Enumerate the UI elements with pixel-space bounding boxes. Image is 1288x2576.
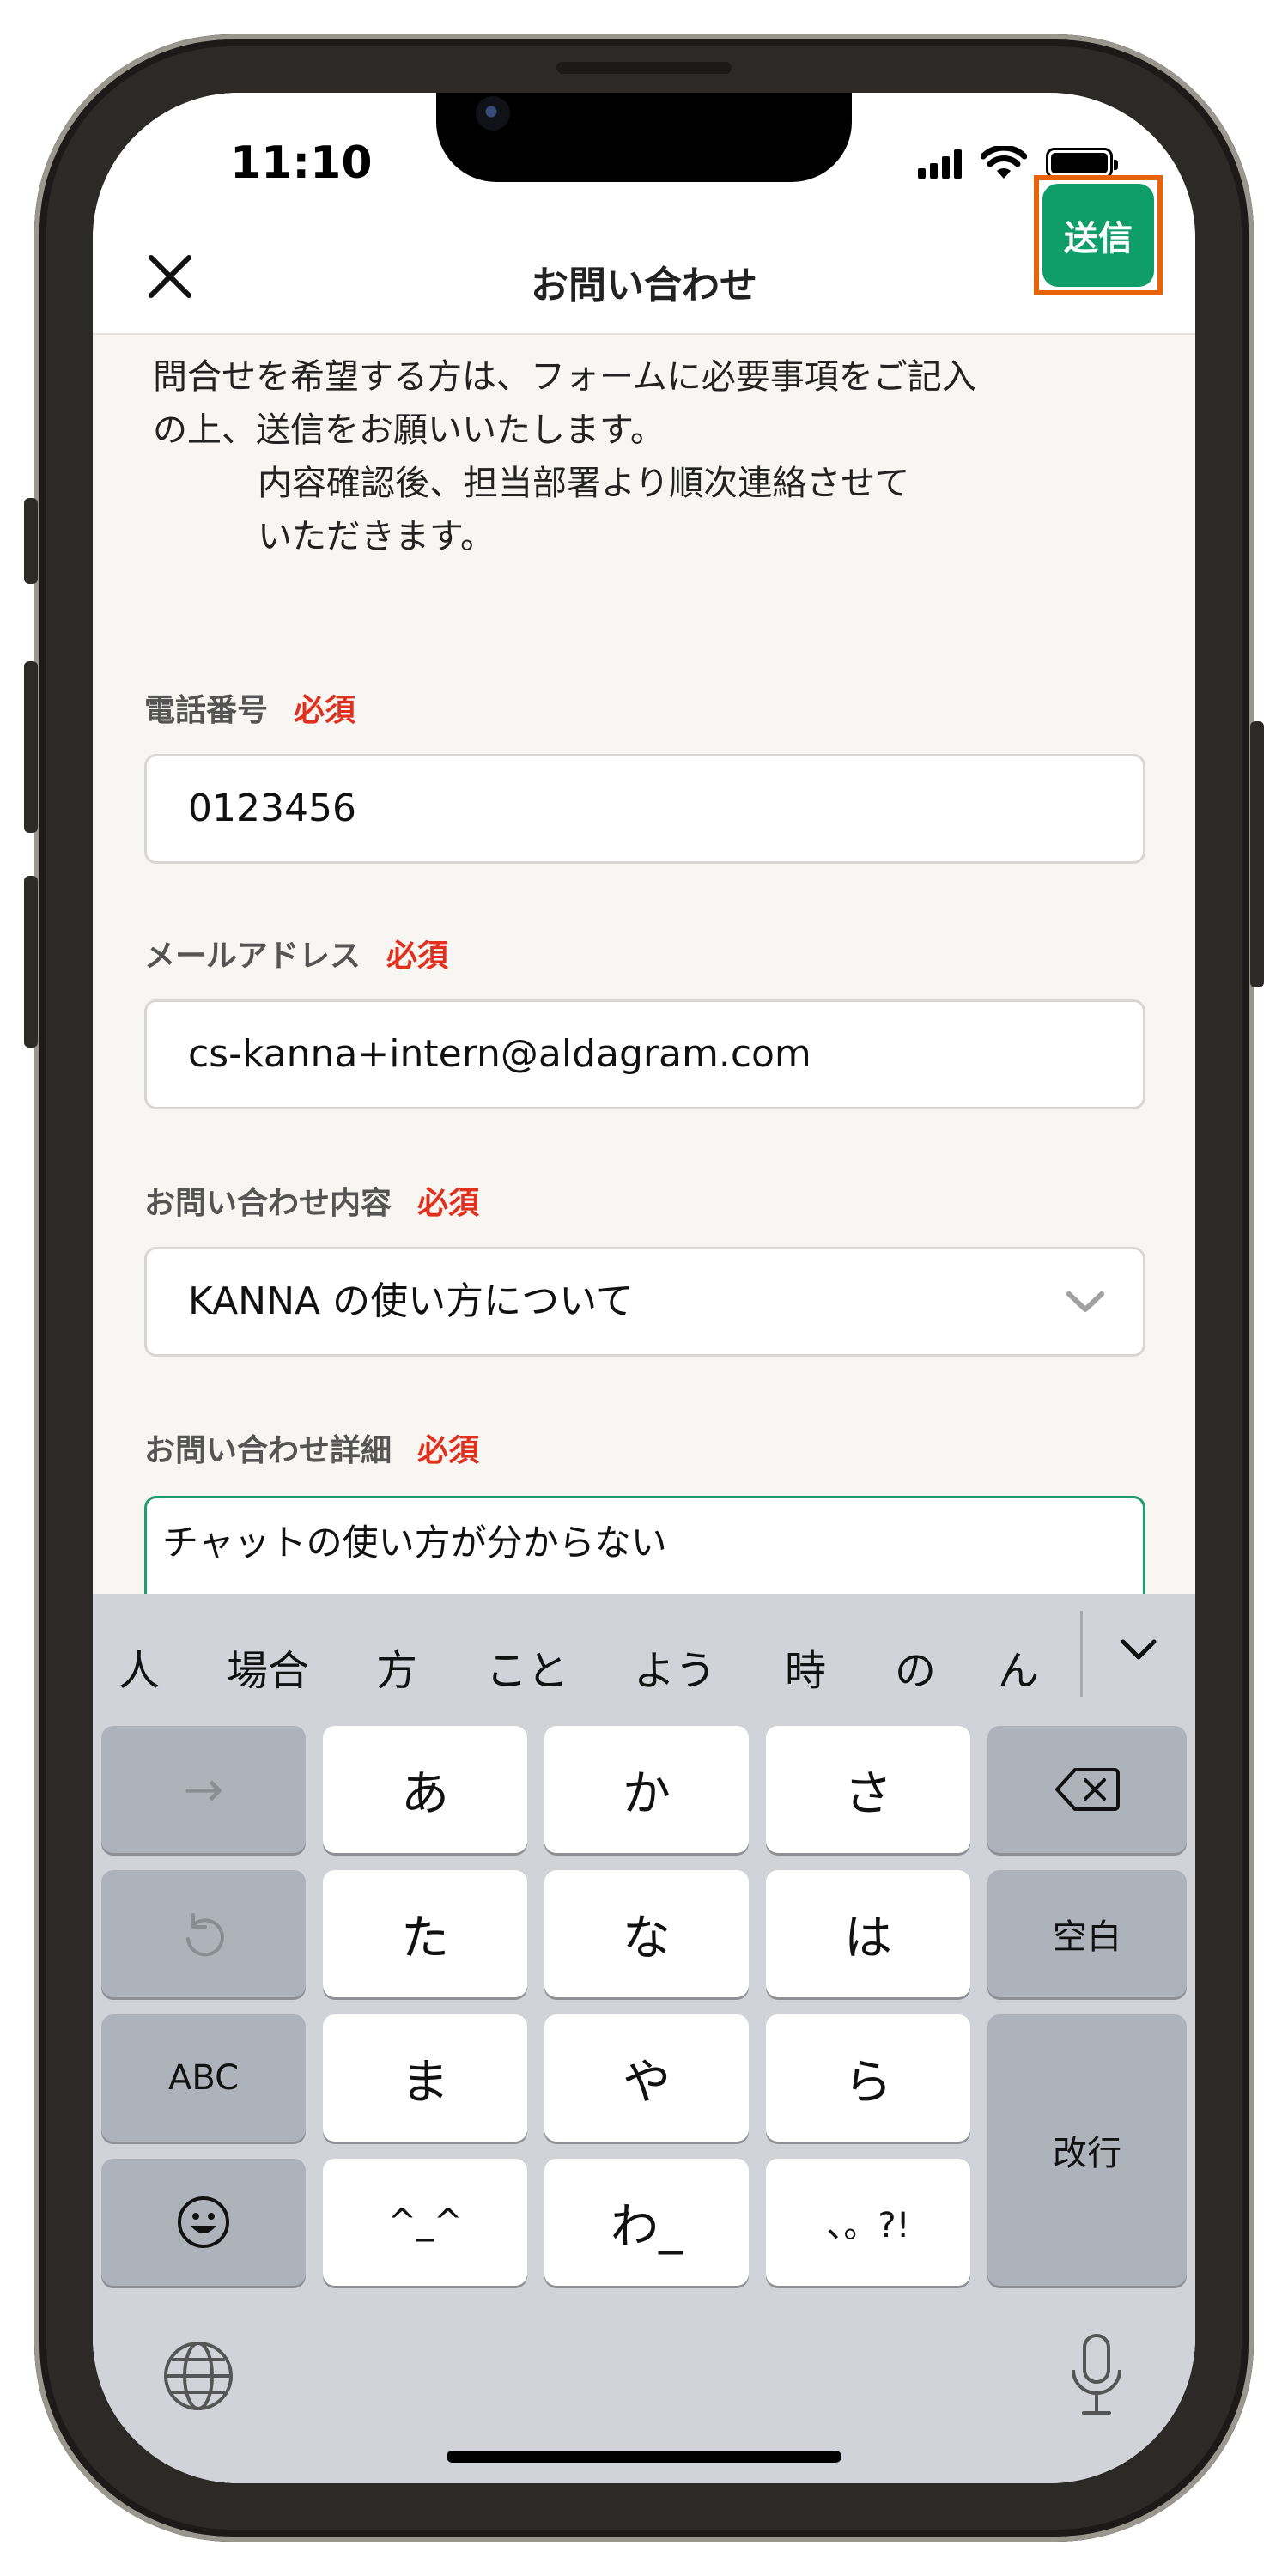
arrow-key[interactable]: →: [101, 1726, 306, 1853]
undo-key[interactable]: [101, 1870, 306, 1997]
volume-down-button: [24, 876, 38, 1048]
candidate-bar: 人 場合 方 こと よう 時 の ん: [93, 1594, 1195, 1714]
required-badge: 必須: [294, 693, 356, 728]
detail-label: お問い合わせ詳細 必須: [144, 1425, 479, 1470]
key-a[interactable]: あ: [323, 1726, 527, 1853]
detail-label-text: お問い合わせ詳細: [144, 1433, 392, 1468]
candidate-item[interactable]: 人: [118, 1637, 160, 1697]
key-ya[interactable]: や: [544, 2014, 749, 2142]
key-punctuation[interactable]: 、。?!: [766, 2159, 970, 2286]
email-field[interactable]: cs-kanna+intern@aldagram.com: [144, 999, 1145, 1109]
abc-key[interactable]: ABC: [101, 2014, 306, 2142]
battery-icon: [1046, 148, 1118, 179]
candidate-divider: [1080, 1611, 1083, 1697]
mute-switch: [24, 498, 38, 584]
send-button[interactable]: 送信: [1042, 184, 1154, 287]
required-badge: 必須: [417, 1433, 480, 1468]
phone-label: 電話番号 必須: [144, 685, 355, 730]
front-camera: [476, 96, 510, 131]
earpiece-speaker: [556, 62, 732, 74]
key-kaomoji[interactable]: ^_^: [323, 2159, 527, 2286]
key-na[interactable]: な: [544, 1870, 749, 1997]
screen: 11:10 お問い合わせ 送信 問合せを希望する方は、フォームに必要事項をご記入…: [93, 93, 1195, 2483]
delete-key[interactable]: [987, 1726, 1187, 1853]
wifi-icon: [981, 146, 1027, 179]
inquiry-type-label-text: お問い合わせ内容: [144, 1186, 392, 1221]
cellular-signal-icon: [918, 148, 962, 179]
chevron-down-icon: [1066, 1291, 1104, 1312]
intro-line: いただきます。: [258, 517, 495, 556]
backspace-icon: [1055, 1768, 1120, 1811]
inquiry-type-value: KANNA の使い方について: [188, 1279, 634, 1323]
candidate-item[interactable]: の: [895, 1637, 936, 1697]
space-key[interactable]: 空白: [987, 1870, 1187, 1997]
nav-bar: お問い合わせ: [93, 222, 1195, 335]
key-ma[interactable]: ま: [323, 2014, 527, 2142]
emoji-icon: [178, 2196, 229, 2248]
keyboard: 人 場合 方 こと よう 時 の ん → あ か さ た な は 空白 ABC …: [93, 1594, 1195, 2483]
microphone-icon[interactable]: [1066, 2332, 1127, 2418]
required-badge: 必須: [386, 939, 449, 974]
chevron-down-icon[interactable]: [1118, 1637, 1159, 1664]
power-button: [1250, 721, 1264, 987]
candidate-item[interactable]: 方: [376, 1637, 417, 1697]
email-label: メールアドレス 必須: [144, 931, 448, 975]
key-ta[interactable]: た: [323, 1870, 527, 1997]
intro-line: 内容確認後、担当部署より順次連絡させて: [258, 464, 910, 503]
key-ka[interactable]: か: [544, 1726, 749, 1853]
phone-label-text: 電話番号: [144, 693, 269, 728]
email-label-text: メールアドレス: [144, 939, 361, 974]
undo-icon: [186, 1913, 224, 1957]
volume-up-button: [24, 661, 38, 833]
intro-line: の上、送信をお願いいたします。: [153, 410, 665, 450]
candidate-item[interactable]: ん: [998, 1637, 1039, 1697]
candidate-item[interactable]: 場合: [227, 1637, 309, 1697]
status-time: 11:10: [230, 137, 373, 189]
phone-field[interactable]: 0123456: [144, 754, 1145, 864]
candidate-item[interactable]: 時: [785, 1637, 826, 1697]
candidate-item[interactable]: こと: [486, 1637, 568, 1697]
key-ha[interactable]: は: [766, 1870, 970, 1997]
intro-text: 問合せを希望する方は、フォームに必要事項をご記入 の上、送信をお願いいたします。…: [153, 350, 1149, 563]
candidate-item[interactable]: よう: [634, 1637, 716, 1697]
required-badge: 必須: [417, 1186, 480, 1221]
home-indicator: [447, 2451, 841, 2463]
key-wa[interactable]: わ_: [544, 2159, 749, 2286]
return-key[interactable]: 改行: [987, 2014, 1187, 2286]
page-title: お問い合わせ: [531, 264, 757, 307]
key-sa[interactable]: さ: [766, 1726, 970, 1853]
globe-icon[interactable]: [161, 2339, 235, 2413]
emoji-key[interactable]: [101, 2159, 306, 2286]
key-ra[interactable]: ら: [766, 2014, 970, 2142]
inquiry-type-select[interactable]: KANNA の使い方について: [144, 1247, 1145, 1357]
inquiry-type-label: お問い合わせ内容 必須: [144, 1178, 479, 1223]
intro-line: 問合せを希望する方は、フォームに必要事項をご記入: [153, 357, 976, 397]
